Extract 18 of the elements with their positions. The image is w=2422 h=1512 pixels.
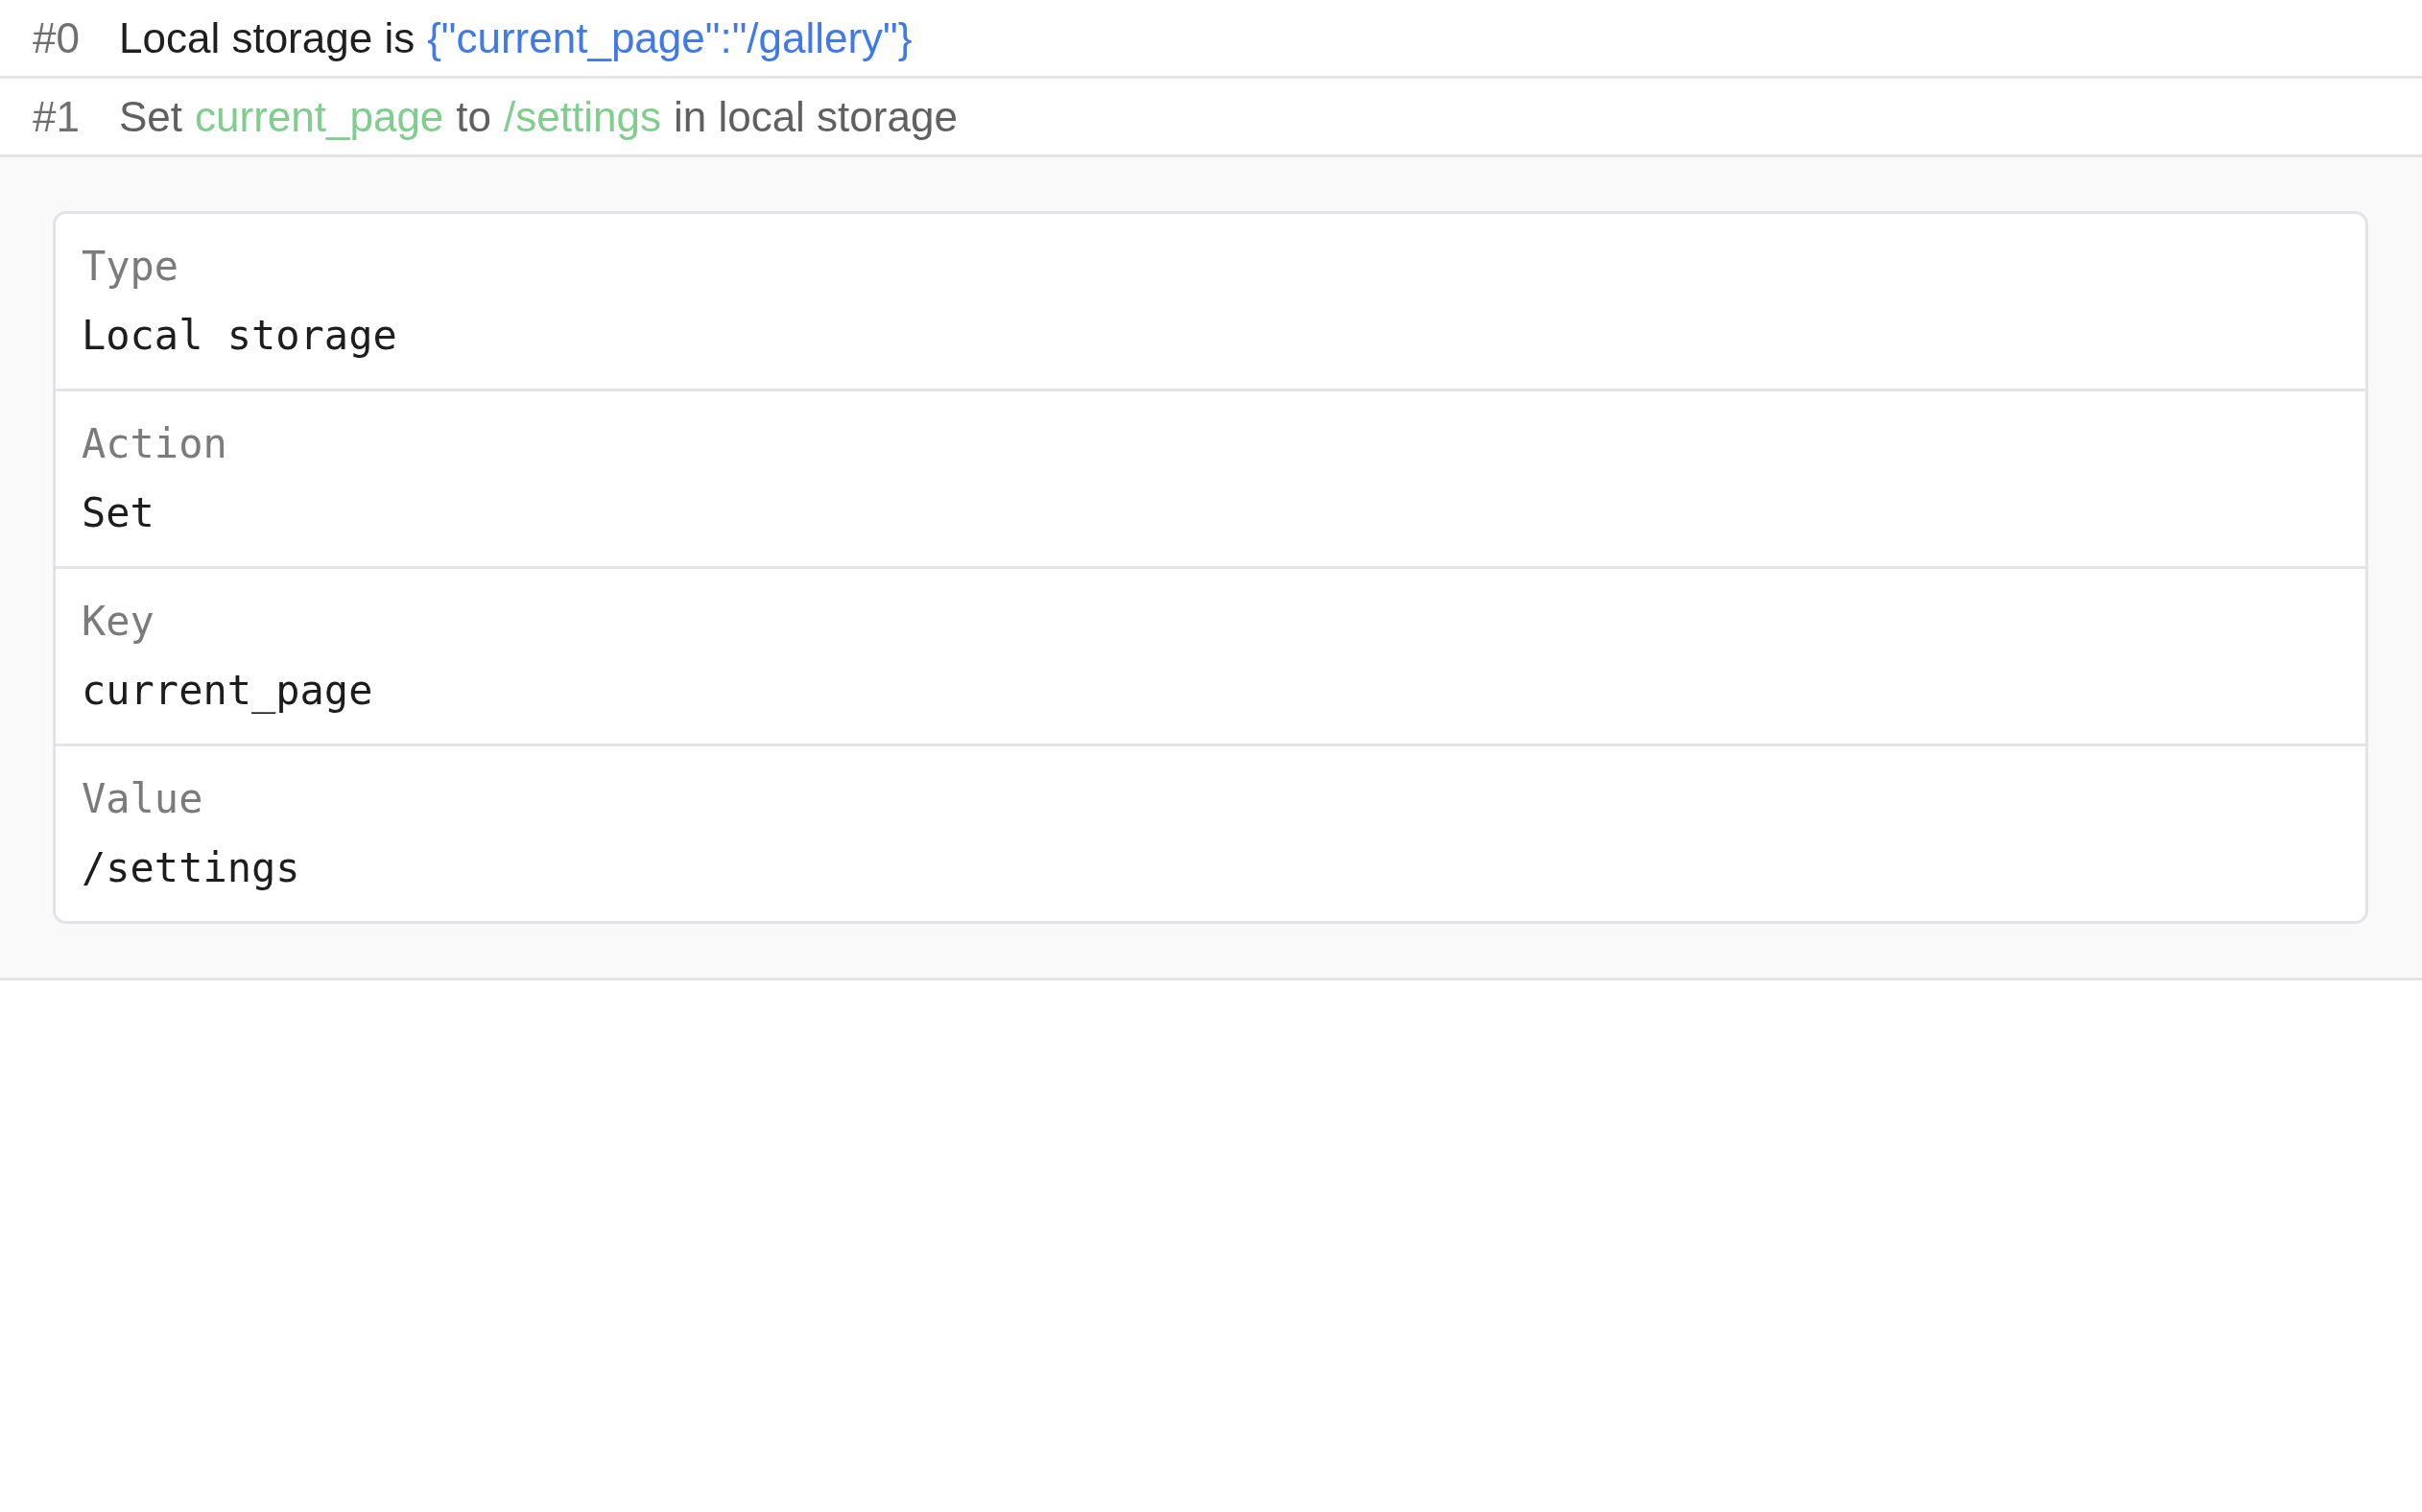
field-value: /settings: [82, 843, 301, 893]
step-text: in local storage: [673, 91, 958, 142]
step-value: /settings: [504, 91, 661, 142]
step-number: #1: [33, 91, 81, 142]
field-value: current_page: [82, 666, 374, 716]
field-label: Value: [82, 774, 204, 824]
step-row[interactable]: #0 Local storage is {"current_page":"/gallery"}: [0, 0, 2422, 79]
field-label: Key: [82, 597, 155, 647]
step-text: Set: [119, 91, 183, 142]
step-number: #0: [33, 12, 81, 63]
field-value: Set: [82, 488, 155, 538]
step-text: Local storage is: [119, 12, 416, 63]
field-label: Action: [82, 419, 228, 469]
step-value: {"current_page":"/gallery"}: [427, 12, 913, 63]
step-value: current_page: [195, 91, 444, 142]
field-value: Local storage: [82, 311, 398, 361]
field-label: Type: [82, 242, 180, 292]
step-text: to: [456, 91, 492, 142]
